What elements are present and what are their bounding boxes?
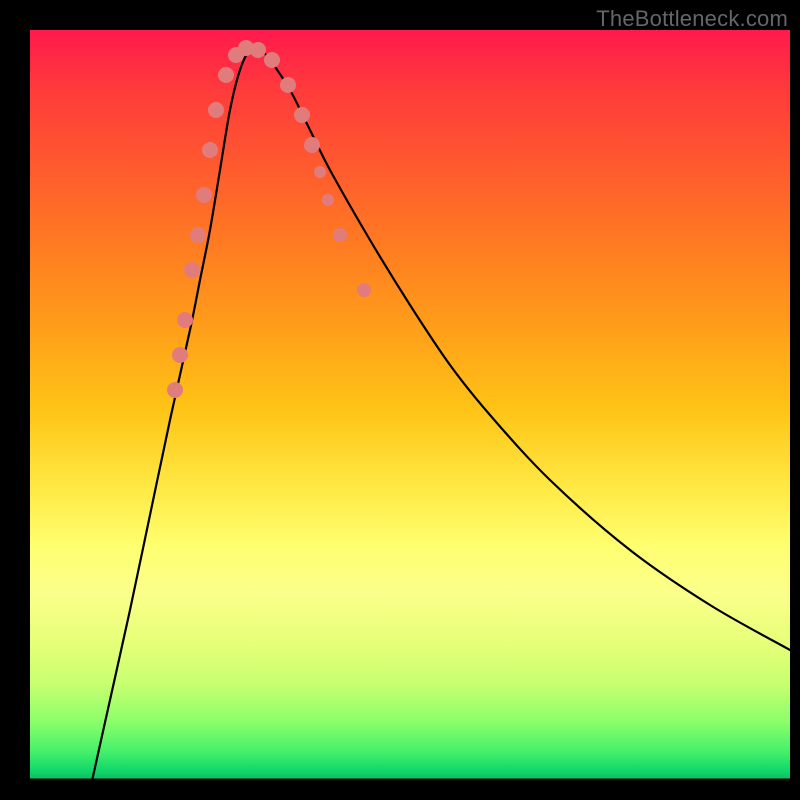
curve-marker bbox=[167, 382, 183, 398]
curve-marker bbox=[333, 228, 347, 242]
curve-marker bbox=[202, 142, 218, 158]
curve-marker bbox=[208, 102, 224, 118]
bottleneck-curve bbox=[90, 48, 790, 790]
curve-marker bbox=[322, 194, 334, 206]
curve-marker bbox=[294, 107, 310, 123]
curve-marker bbox=[190, 227, 206, 243]
curve-marker bbox=[177, 312, 193, 328]
bottleneck-curve-svg bbox=[30, 30, 790, 790]
curve-marker bbox=[304, 137, 320, 153]
curve-marker bbox=[196, 187, 212, 203]
curve-marker bbox=[264, 52, 280, 68]
plot-area bbox=[30, 30, 790, 790]
chart-stage: TheBottleneck.com bbox=[0, 0, 800, 800]
curve-marker bbox=[357, 283, 371, 297]
curve-markers bbox=[167, 40, 371, 398]
curve-marker bbox=[218, 67, 234, 83]
curve-marker bbox=[184, 262, 200, 278]
curve-marker bbox=[172, 347, 188, 363]
curve-marker bbox=[314, 166, 326, 178]
curve-marker bbox=[250, 42, 266, 58]
watermark-text: TheBottleneck.com bbox=[596, 6, 788, 32]
curve-marker bbox=[280, 77, 296, 93]
